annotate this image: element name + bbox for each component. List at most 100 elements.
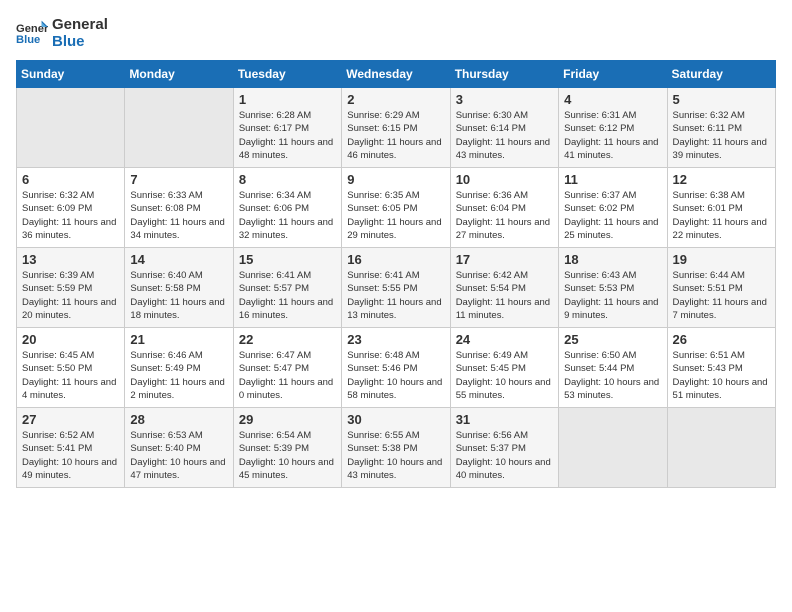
- calendar-cell: 19 Sunrise: 6:44 AMSunset: 5:51 PMDaylig…: [667, 248, 775, 328]
- calendar-cell: 17 Sunrise: 6:42 AMSunset: 5:54 PMDaylig…: [450, 248, 558, 328]
- day-detail: Sunrise: 6:38 AMSunset: 6:01 PMDaylight:…: [673, 189, 770, 242]
- day-detail: Sunrise: 6:53 AMSunset: 5:40 PMDaylight:…: [130, 429, 227, 482]
- header-day-wednesday: Wednesday: [342, 61, 450, 88]
- day-detail: Sunrise: 6:30 AMSunset: 6:14 PMDaylight:…: [456, 109, 553, 162]
- day-number: 2: [347, 92, 444, 107]
- day-number: 7: [130, 172, 227, 187]
- calendar-cell: 8 Sunrise: 6:34 AMSunset: 6:06 PMDayligh…: [233, 168, 341, 248]
- day-number: 30: [347, 412, 444, 427]
- day-number: 25: [564, 332, 661, 347]
- calendar-cell: [559, 408, 667, 488]
- day-detail: Sunrise: 6:41 AMSunset: 5:55 PMDaylight:…: [347, 269, 444, 322]
- calendar-cell: 11 Sunrise: 6:37 AMSunset: 6:02 PMDaylig…: [559, 168, 667, 248]
- calendar-cell: 13 Sunrise: 6:39 AMSunset: 5:59 PMDaylig…: [17, 248, 125, 328]
- day-number: 6: [22, 172, 119, 187]
- day-detail: Sunrise: 6:44 AMSunset: 5:51 PMDaylight:…: [673, 269, 770, 322]
- calendar-week-row: 20 Sunrise: 6:45 AMSunset: 5:50 PMDaylig…: [17, 328, 776, 408]
- day-detail: Sunrise: 6:42 AMSunset: 5:54 PMDaylight:…: [456, 269, 553, 322]
- header-day-tuesday: Tuesday: [233, 61, 341, 88]
- day-detail: Sunrise: 6:40 AMSunset: 5:58 PMDaylight:…: [130, 269, 227, 322]
- calendar-cell: 9 Sunrise: 6:35 AMSunset: 6:05 PMDayligh…: [342, 168, 450, 248]
- day-detail: Sunrise: 6:36 AMSunset: 6:04 PMDaylight:…: [456, 189, 553, 242]
- calendar-cell: 12 Sunrise: 6:38 AMSunset: 6:01 PMDaylig…: [667, 168, 775, 248]
- day-detail: Sunrise: 6:43 AMSunset: 5:53 PMDaylight:…: [564, 269, 661, 322]
- calendar-cell: 7 Sunrise: 6:33 AMSunset: 6:08 PMDayligh…: [125, 168, 233, 248]
- calendar-week-row: 1 Sunrise: 6:28 AMSunset: 6:17 PMDayligh…: [17, 88, 776, 168]
- day-number: 18: [564, 252, 661, 267]
- day-number: 8: [239, 172, 336, 187]
- calendar-table: SundayMondayTuesdayWednesdayThursdayFrid…: [16, 60, 776, 488]
- calendar-cell: 23 Sunrise: 6:48 AMSunset: 5:46 PMDaylig…: [342, 328, 450, 408]
- logo-general: General: [52, 16, 108, 33]
- calendar-cell: 30 Sunrise: 6:55 AMSunset: 5:38 PMDaylig…: [342, 408, 450, 488]
- day-detail: Sunrise: 6:28 AMSunset: 6:17 PMDaylight:…: [239, 109, 336, 162]
- calendar-cell: [667, 408, 775, 488]
- day-number: 14: [130, 252, 227, 267]
- calendar-week-row: 13 Sunrise: 6:39 AMSunset: 5:59 PMDaylig…: [17, 248, 776, 328]
- calendar-cell: [125, 88, 233, 168]
- calendar-cell: 25 Sunrise: 6:50 AMSunset: 5:44 PMDaylig…: [559, 328, 667, 408]
- day-detail: Sunrise: 6:32 AMSunset: 6:09 PMDaylight:…: [22, 189, 119, 242]
- page-header: General Blue General Blue: [16, 16, 776, 50]
- calendar-cell: 2 Sunrise: 6:29 AMSunset: 6:15 PMDayligh…: [342, 88, 450, 168]
- day-number: 26: [673, 332, 770, 347]
- day-number: 13: [22, 252, 119, 267]
- day-number: 1: [239, 92, 336, 107]
- svg-text:Blue: Blue: [16, 34, 40, 46]
- logo-icon: General Blue: [16, 19, 48, 47]
- calendar-cell: 20 Sunrise: 6:45 AMSunset: 5:50 PMDaylig…: [17, 328, 125, 408]
- day-number: 20: [22, 332, 119, 347]
- day-number: 10: [456, 172, 553, 187]
- calendar-cell: 28 Sunrise: 6:53 AMSunset: 5:40 PMDaylig…: [125, 408, 233, 488]
- logo: General Blue General Blue: [16, 16, 108, 50]
- day-number: 9: [347, 172, 444, 187]
- day-number: 15: [239, 252, 336, 267]
- day-detail: Sunrise: 6:48 AMSunset: 5:46 PMDaylight:…: [347, 349, 444, 402]
- calendar-cell: [17, 88, 125, 168]
- calendar-cell: 21 Sunrise: 6:46 AMSunset: 5:49 PMDaylig…: [125, 328, 233, 408]
- calendar-cell: 10 Sunrise: 6:36 AMSunset: 6:04 PMDaylig…: [450, 168, 558, 248]
- day-number: 24: [456, 332, 553, 347]
- day-number: 31: [456, 412, 553, 427]
- calendar-cell: 15 Sunrise: 6:41 AMSunset: 5:57 PMDaylig…: [233, 248, 341, 328]
- day-detail: Sunrise: 6:54 AMSunset: 5:39 PMDaylight:…: [239, 429, 336, 482]
- calendar-cell: 5 Sunrise: 6:32 AMSunset: 6:11 PMDayligh…: [667, 88, 775, 168]
- header-day-sunday: Sunday: [17, 61, 125, 88]
- day-number: 3: [456, 92, 553, 107]
- day-number: 4: [564, 92, 661, 107]
- calendar-cell: 6 Sunrise: 6:32 AMSunset: 6:09 PMDayligh…: [17, 168, 125, 248]
- calendar-week-row: 27 Sunrise: 6:52 AMSunset: 5:41 PMDaylig…: [17, 408, 776, 488]
- day-detail: Sunrise: 6:32 AMSunset: 6:11 PMDaylight:…: [673, 109, 770, 162]
- day-number: 17: [456, 252, 553, 267]
- day-number: 19: [673, 252, 770, 267]
- calendar-cell: 29 Sunrise: 6:54 AMSunset: 5:39 PMDaylig…: [233, 408, 341, 488]
- calendar-cell: 26 Sunrise: 6:51 AMSunset: 5:43 PMDaylig…: [667, 328, 775, 408]
- day-detail: Sunrise: 6:37 AMSunset: 6:02 PMDaylight:…: [564, 189, 661, 242]
- day-number: 16: [347, 252, 444, 267]
- day-detail: Sunrise: 6:29 AMSunset: 6:15 PMDaylight:…: [347, 109, 444, 162]
- day-detail: Sunrise: 6:47 AMSunset: 5:47 PMDaylight:…: [239, 349, 336, 402]
- calendar-cell: 24 Sunrise: 6:49 AMSunset: 5:45 PMDaylig…: [450, 328, 558, 408]
- day-number: 21: [130, 332, 227, 347]
- calendar-cell: 27 Sunrise: 6:52 AMSunset: 5:41 PMDaylig…: [17, 408, 125, 488]
- day-detail: Sunrise: 6:33 AMSunset: 6:08 PMDaylight:…: [130, 189, 227, 242]
- day-detail: Sunrise: 6:50 AMSunset: 5:44 PMDaylight:…: [564, 349, 661, 402]
- calendar-cell: 31 Sunrise: 6:56 AMSunset: 5:37 PMDaylig…: [450, 408, 558, 488]
- calendar-cell: 3 Sunrise: 6:30 AMSunset: 6:14 PMDayligh…: [450, 88, 558, 168]
- calendar-week-row: 6 Sunrise: 6:32 AMSunset: 6:09 PMDayligh…: [17, 168, 776, 248]
- day-detail: Sunrise: 6:56 AMSunset: 5:37 PMDaylight:…: [456, 429, 553, 482]
- day-detail: Sunrise: 6:39 AMSunset: 5:59 PMDaylight:…: [22, 269, 119, 322]
- day-detail: Sunrise: 6:31 AMSunset: 6:12 PMDaylight:…: [564, 109, 661, 162]
- day-number: 27: [22, 412, 119, 427]
- calendar-cell: 22 Sunrise: 6:47 AMSunset: 5:47 PMDaylig…: [233, 328, 341, 408]
- header-day-saturday: Saturday: [667, 61, 775, 88]
- day-detail: Sunrise: 6:45 AMSunset: 5:50 PMDaylight:…: [22, 349, 119, 402]
- calendar-cell: 1 Sunrise: 6:28 AMSunset: 6:17 PMDayligh…: [233, 88, 341, 168]
- calendar-cell: 18 Sunrise: 6:43 AMSunset: 5:53 PMDaylig…: [559, 248, 667, 328]
- day-number: 5: [673, 92, 770, 107]
- day-number: 11: [564, 172, 661, 187]
- logo-blue: Blue: [52, 33, 108, 50]
- day-detail: Sunrise: 6:51 AMSunset: 5:43 PMDaylight:…: [673, 349, 770, 402]
- calendar-cell: 16 Sunrise: 6:41 AMSunset: 5:55 PMDaylig…: [342, 248, 450, 328]
- calendar-cell: 14 Sunrise: 6:40 AMSunset: 5:58 PMDaylig…: [125, 248, 233, 328]
